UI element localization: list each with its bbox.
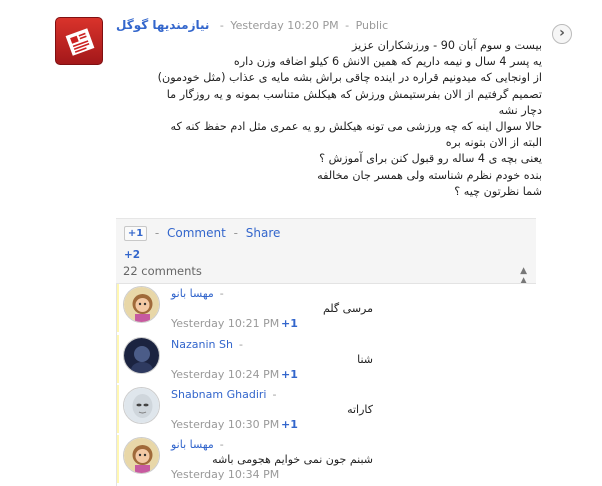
action-bar: +1 - Comment - Share [124, 226, 280, 241]
post-line: البته از الان بتونه بره [445, 136, 542, 150]
post-body: بیست و سوم آبان 90 - ورزشکاران عزیز یه پ… [116, 38, 542, 200]
comment-plus-one[interactable]: +1 [281, 418, 298, 431]
comment-author: مهسا بانو - [171, 287, 224, 300]
avatar[interactable] [123, 387, 160, 424]
next-post-button[interactable]: › [552, 24, 572, 44]
comment-text: شبنم جون نمی خوایم هجومی باشه [212, 453, 373, 466]
post-line: بیست و سوم آبان 90 - ورزشکاران عزیز [351, 39, 542, 52]
post-line: شما نظرتون چیه ؟ [454, 184, 542, 198]
share-link[interactable]: Share [246, 226, 281, 240]
post-line: حالا سوال اینه که چه ورزشی می تونه هیکلش… [170, 120, 542, 134]
avatar[interactable] [123, 286, 160, 323]
plus-count[interactable]: +2 [124, 249, 140, 261]
comment-row: Shabnam Ghadiri - کاراته Yesterday 10:30 … [117, 385, 536, 433]
post-line: تصمیم گرفتیم از الان بفرستیمش ورزش که هی… [166, 87, 542, 101]
comment-plus-one[interactable]: +1 [281, 368, 298, 381]
post-line: یعنی بچه ی 4 ساله رو قبول کنن برای آموزش… [319, 152, 542, 166]
comment-link[interactable]: Comment [167, 226, 226, 240]
comment-plus-one[interactable]: +1 [281, 317, 298, 330]
post-line: یه پسر 4 سال و نیمه داریم که همین الانش … [233, 55, 542, 69]
comment-time[interactable]: Yesterday 10:30 PM [171, 418, 279, 431]
avatar[interactable] [123, 437, 160, 474]
comments-count[interactable]: 22 comments [123, 264, 202, 278]
comment-author-link[interactable]: مهسا بانو [171, 438, 214, 451]
post-timestamp[interactable]: Yesterday 10:20 PM [230, 19, 338, 32]
comment-author-link[interactable]: مهسا بانو [171, 287, 214, 300]
comment-author: Shabnam Ghadiri - [171, 388, 277, 401]
comment-row: مهسا بانو - شبنم جون نمی خوایم هجومی باشه… [117, 435, 536, 483]
comment-author: مهسا بانو - [171, 438, 224, 451]
comment-author-link[interactable]: Shabnam Ghadiri [171, 388, 266, 401]
comment-row: Nazanin Sh - شنا Yesterday 10:24 PM +1 [117, 335, 536, 383]
post-line: از اونجایی که میدونیم قراره در اینده چاق… [157, 71, 542, 85]
comment-author: Nazanin Sh - [171, 338, 243, 351]
post-visibility[interactable]: Public [356, 19, 389, 32]
page-avatar-logo[interactable] [55, 17, 103, 65]
post-actions-panel: +1 - Comment - Share +2 22 comments ▲ ▲ م… [116, 218, 536, 486]
comment-time[interactable]: Yesterday 10:21 PM [171, 317, 279, 330]
comment-time[interactable]: Yesterday 10:24 PM [171, 368, 279, 381]
comment-row: مهسا بانو - مرسی گلم Yesterday 10:21 PM +… [117, 284, 536, 332]
avatar[interactable] [123, 337, 160, 374]
post-line: دچار نشه [498, 103, 542, 117]
post-line: بنده خودم نظرم شناسته ولی همسر جان مخالف… [317, 168, 542, 182]
plus-one-button[interactable]: +1 [124, 226, 147, 241]
comment-text: شنا [357, 353, 373, 366]
comment-author-link[interactable]: Nazanin Sh [171, 338, 233, 351]
newspaper-icon [65, 28, 95, 56]
comments-list: مهسا بانو - مرسی گلم Yesterday 10:21 PM +… [116, 283, 536, 486]
post-author-link[interactable]: نیازمندیها گوگل [116, 18, 209, 32]
comment-time[interactable]: Yesterday 10:34 PM [171, 468, 279, 481]
comment-text: کاراته [347, 403, 373, 416]
post-header: نیازمندیها گوگل - Yesterday 10:20 PM - P… [116, 18, 389, 32]
comment-text: مرسی گلم [322, 302, 373, 315]
chevron-right-icon: › [559, 25, 565, 41]
